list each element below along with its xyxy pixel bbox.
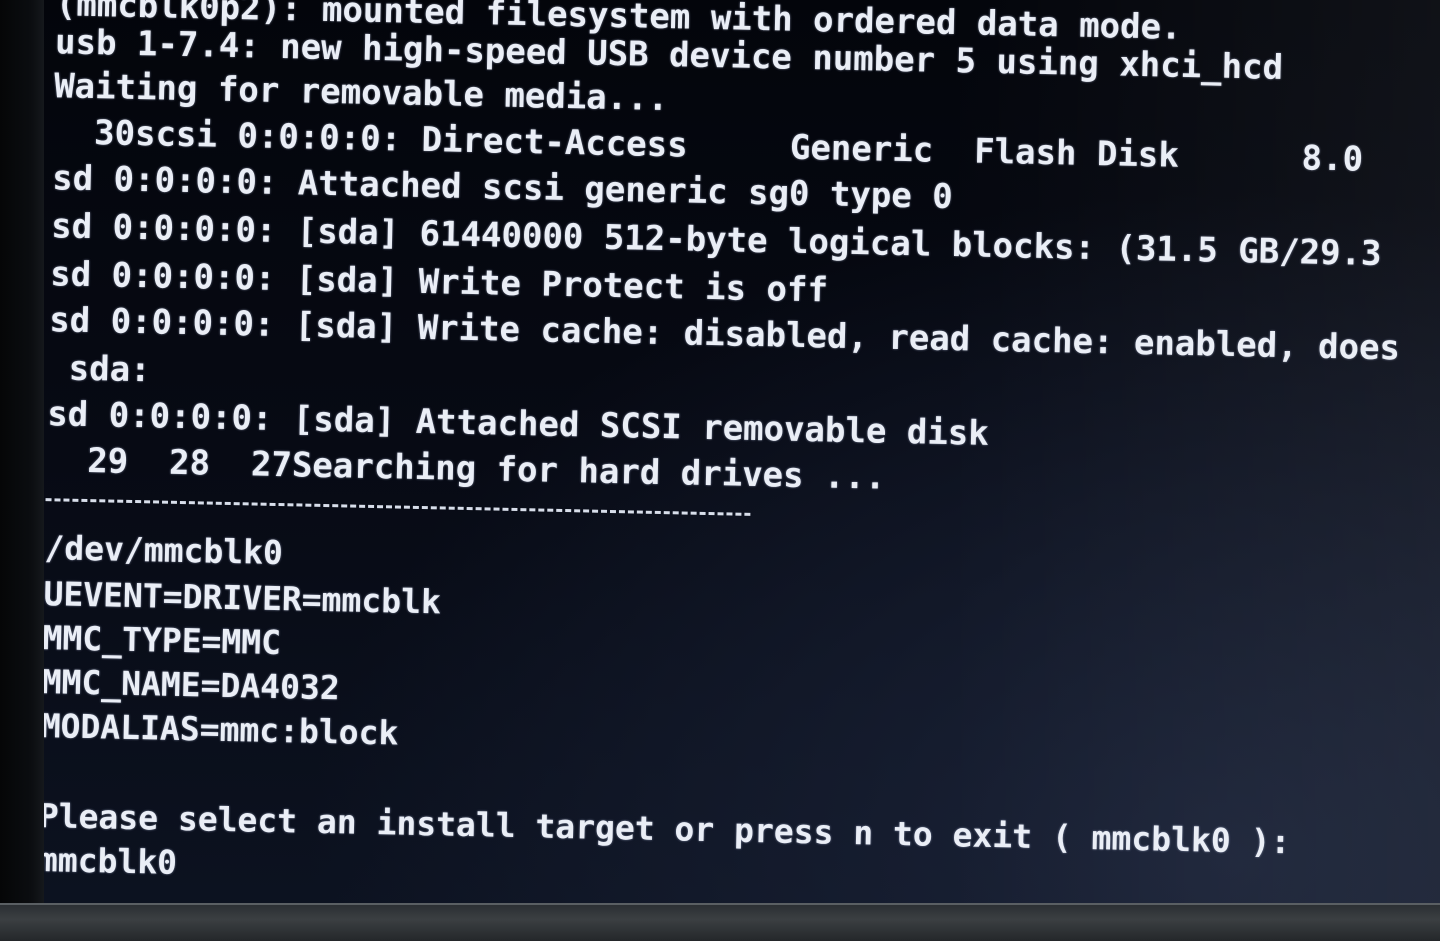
console-line: UEVENT=DRIVER=mmcblk: [44, 574, 442, 622]
console-line: /dev/mmcblk0: [44, 528, 284, 573]
console-line: MMC_NAME=DA4032: [44, 662, 341, 708]
command-input[interactable]: mmcblk0: [44, 840, 177, 883]
terminal-screen: (mmcblk0p2): mounted filesystem with ord…: [44, 0, 1440, 905]
console-line: sd 0:0:0:0: [sda] Write cache: disabled,…: [48, 300, 1401, 369]
monitor-bezel-left: [0, 0, 44, 941]
console-line: MMC_TYPE=MMC: [44, 618, 282, 663]
console-output: (mmcblk0p2): mounted filesystem with ord…: [44, 0, 1440, 905]
console-line: MODALIAS=mmc:block: [44, 706, 399, 753]
install-target-prompt: Please select an install target or press…: [44, 796, 1291, 862]
console-line: Waiting for removable media...: [53, 66, 669, 120]
monitor-bezel-bottom: [0, 905, 1440, 941]
console-line: sda:: [47, 348, 152, 391]
dashed-separator: [45, 498, 751, 516]
